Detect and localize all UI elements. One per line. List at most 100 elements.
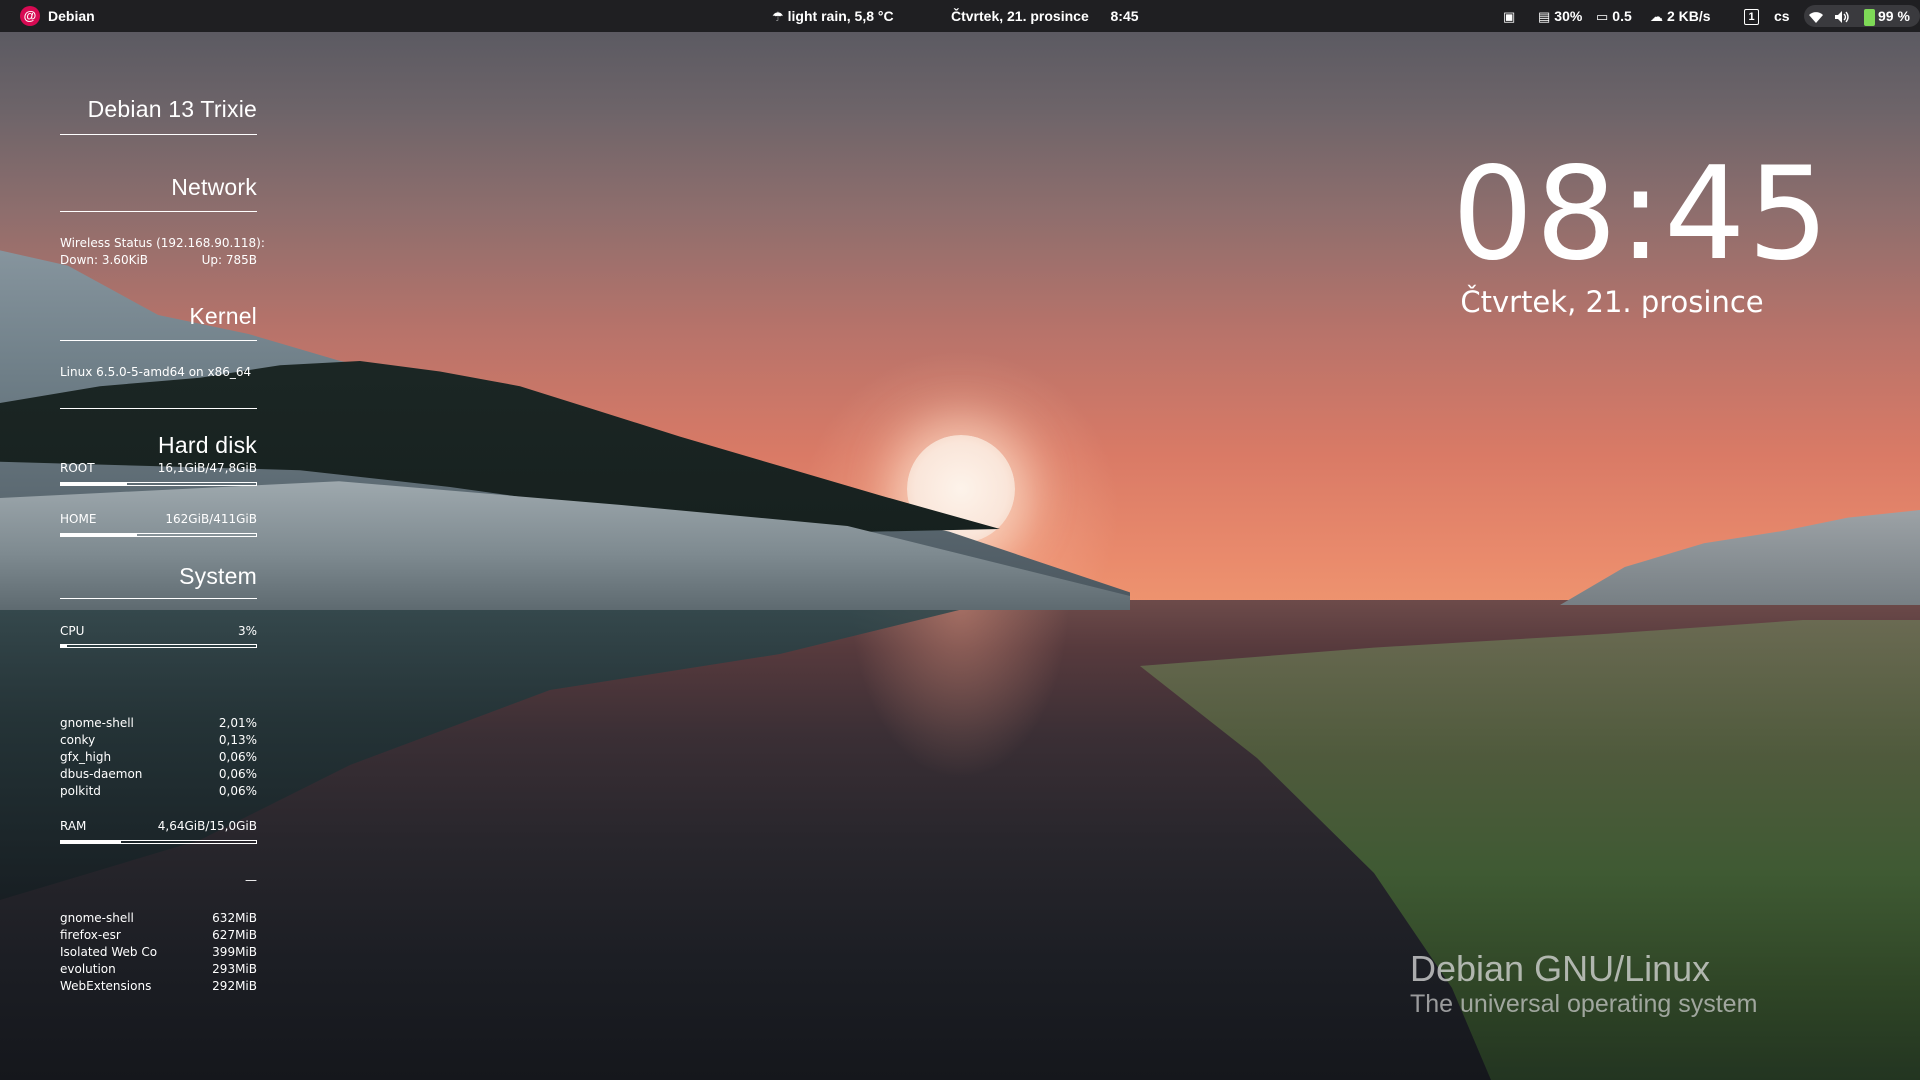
home-label: HOME: [60, 512, 97, 526]
load-avg-text: 0.5: [1612, 8, 1632, 24]
process-name: conky: [60, 733, 96, 747]
distro-title: Debian 13 Trixie: [87, 96, 257, 122]
rain-cloud-icon: ☂: [772, 9, 784, 24]
ram-usage-bar-fill: [61, 841, 122, 843]
desktop-date: Čtvrtek, 21. prosince: [1460, 285, 1764, 319]
network-traffic: Down: 3.60KiB Up: 785B: [60, 253, 257, 267]
process-row: Isolated Web Co 399MiB: [60, 945, 257, 962]
process-name: WebExtensions: [60, 979, 152, 993]
cpu-row: CPU 3%: [60, 624, 257, 638]
workspace-number: 1: [1744, 9, 1759, 26]
topbar-time: 8:45: [1110, 8, 1139, 24]
workspace-indicator[interactable]: 1: [1744, 0, 1759, 32]
window-icon: ▣: [1503, 9, 1516, 24]
process-name: evolution: [60, 962, 116, 976]
ram-label: RAM: [60, 819, 87, 833]
process-value: 627MiB: [212, 928, 257, 942]
kernel-heading: Kernel: [189, 303, 257, 329]
desktop-clock: 08:45: [1452, 140, 1831, 289]
network-speed-indicator[interactable]: ☁ 2 KB/s: [1650, 0, 1711, 32]
keyboard-layout-indicator[interactable]: cs: [1774, 0, 1790, 32]
keyboard-layout-text: cs: [1774, 8, 1790, 24]
divider: [60, 134, 257, 135]
wifi-icon: [1808, 0, 1824, 32]
battery-icon: [1864, 8, 1875, 26]
clock-button[interactable]: Čtvrtek, 21. prosince 8:45: [951, 0, 1139, 32]
cpu-load-text: 30%: [1554, 8, 1583, 24]
debian-logo-icon[interactable]: @: [20, 6, 40, 26]
top-bar: @ Debian ☂ light rain, 5,8 °C Čtvrtek, 21…: [0, 0, 1920, 32]
screenshot-indicator[interactable]: ▣: [1503, 0, 1519, 32]
process-value: 293MiB: [212, 962, 257, 976]
load-indicator[interactable]: ▭ 0.5: [1596, 0, 1632, 32]
monitor-icon: ▭: [1596, 9, 1609, 24]
system-heading: System: [179, 563, 257, 589]
activities-button[interactable]: Debian: [48, 0, 95, 32]
root-disk-row: ROOT 16,1GiB/47,8GiB: [60, 461, 257, 475]
home-usage-bar: [60, 533, 257, 537]
download-speed: Down: 3.60KiB: [60, 253, 149, 267]
battery-indicator: 99 %: [1864, 0, 1910, 32]
process-row: gfx_high 0,06%: [60, 750, 257, 767]
process-row: firefox-esr 627MiB: [60, 928, 257, 945]
weather-indicator[interactable]: ☂ light rain, 5,8 °C: [772, 0, 894, 32]
ram-usage-bar: [60, 840, 257, 844]
process-value: 0,06%: [218, 750, 257, 764]
process-value: 0,13%: [218, 733, 257, 747]
cpu-usage-bar: [60, 644, 257, 648]
hard-disk-heading: Hard disk: [158, 432, 257, 458]
process-name: gnome-shell: [60, 716, 134, 730]
process-value: 0,06%: [218, 784, 257, 798]
process-value: 399MiB: [212, 945, 257, 959]
process-row: evolution 293MiB: [60, 962, 257, 979]
divider: [60, 211, 257, 212]
root-usage-bar-fill: [61, 483, 128, 485]
cpu-icon: ▤: [1538, 9, 1551, 24]
divider: [60, 408, 257, 409]
root-usage: 16,1GiB/47,8GiB: [157, 461, 257, 475]
debian-brand-slogan: The universal operating system: [1410, 990, 1758, 1018]
process-name: firefox-esr: [60, 928, 121, 942]
process-row: conky 0,13%: [60, 733, 257, 750]
topbar-date: Čtvrtek, 21. prosince: [951, 8, 1089, 24]
cpu-value: 3%: [237, 624, 257, 638]
process-name: gfx_high: [60, 750, 112, 764]
upload-speed: Up: 785B: [201, 253, 257, 267]
kernel-info: Linux 6.5.0-5-amd64 on x86_64: [60, 365, 252, 379]
process-value: 0,06%: [218, 767, 257, 781]
cloud-upload-icon: ☁: [1650, 9, 1663, 24]
process-name: dbus-daemon: [60, 767, 143, 781]
process-name: polkitd: [60, 784, 101, 798]
cpu-process-list: gnome-shell 2,01% conky 0,13% gfx_high 0,06% d…: [60, 716, 257, 801]
net-speed-text: 2 KB/s: [1667, 8, 1711, 24]
process-row: gnome-shell 2,01%: [60, 716, 257, 733]
memory-process-list: gnome-shell 632MiB firefox-esr 627MiB Isolat…: [60, 911, 257, 996]
debian-brand-name: Debian GNU/Linux: [1410, 948, 1711, 989]
cpu-label: CPU: [60, 624, 85, 638]
root-usage-bar: [60, 482, 257, 486]
process-value: 292MiB: [212, 979, 257, 993]
process-name: Isolated Web Co: [60, 945, 158, 959]
process-row: WebExtensions 292MiB: [60, 979, 257, 996]
ram-graph-separator: —: [245, 873, 257, 887]
volume-icon: [1834, 0, 1850, 32]
process-name: gnome-shell: [60, 911, 134, 925]
home-disk-row: HOME 162GiB/411GiB: [60, 512, 257, 526]
root-label: ROOT: [60, 461, 95, 475]
cpu-usage-bar-fill: [61, 645, 67, 647]
divider: [60, 340, 257, 341]
battery-text: 99 %: [1878, 8, 1910, 24]
cpu-indicator[interactable]: ▤ 30%: [1538, 0, 1582, 32]
process-row: polkitd 0,06%: [60, 784, 257, 801]
ram-row: RAM 4,64GiB/15,0GiB: [60, 819, 257, 833]
wireless-status: Wireless Status (192.168.90.118):: [60, 236, 265, 250]
process-value: 2,01%: [218, 716, 257, 730]
network-heading: Network: [171, 174, 257, 200]
activities-label: Debian: [48, 8, 95, 24]
weather-text: light rain, 5,8 °C: [787, 8, 894, 24]
process-row: gnome-shell 632MiB: [60, 911, 257, 928]
home-usage-bar-fill: [61, 534, 138, 536]
ram-value: 4,64GiB/15,0GiB: [157, 819, 257, 833]
process-value: 632MiB: [212, 911, 257, 925]
divider: [60, 598, 257, 599]
